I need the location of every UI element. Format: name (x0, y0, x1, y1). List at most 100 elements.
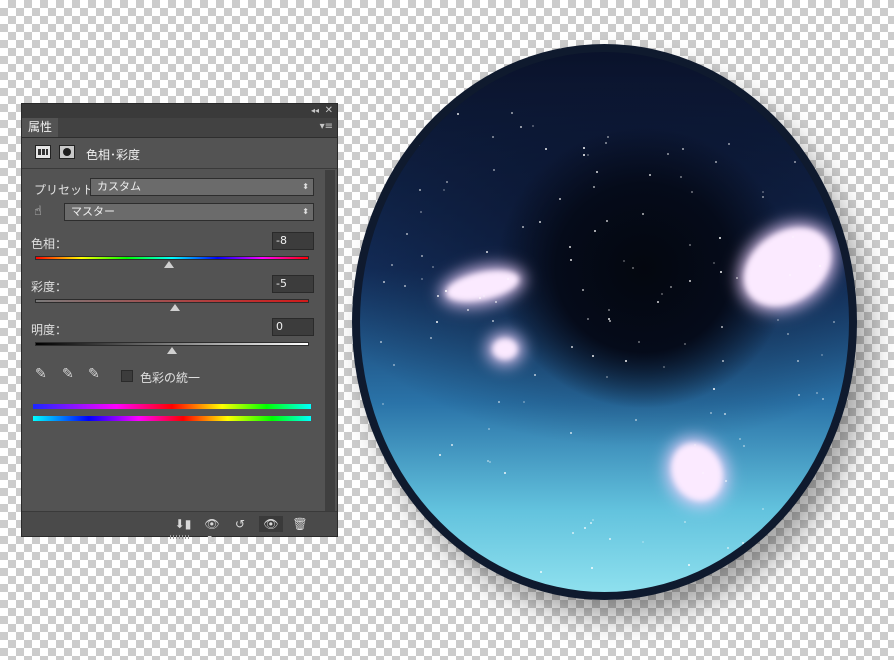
star-dot (837, 510, 840, 513)
star-dot (719, 237, 722, 240)
star-dot (571, 345, 574, 348)
star-dot (641, 213, 644, 216)
star-dot (584, 526, 587, 529)
star-dot (571, 532, 574, 535)
star-dot (787, 557, 790, 560)
star-dot (406, 232, 409, 235)
star-dot (821, 353, 824, 356)
star-dot (591, 518, 594, 521)
eyedropper-plus-icon[interactable]: ✎ (62, 366, 76, 382)
star-dot (431, 266, 434, 269)
star-dot (742, 541, 745, 544)
star-dot (743, 444, 746, 447)
star-dot (558, 198, 561, 201)
star-dot (438, 454, 441, 457)
star-dot (519, 125, 522, 128)
star-dot (825, 547, 828, 550)
panel-tab-row: 属性 ▾≡ (22, 118, 337, 138)
panel-resize-grip[interactable] (170, 535, 190, 539)
star-dot (453, 544, 456, 547)
saturation-label: 彩度： (31, 280, 68, 294)
hue-input[interactable]: -8 (272, 232, 314, 250)
star-dot (416, 547, 419, 550)
star-dot (670, 286, 673, 289)
star-dot (835, 410, 838, 413)
result-color-bar (33, 416, 311, 421)
star-dot (534, 373, 537, 376)
star-dot (417, 121, 420, 124)
star-dot (786, 333, 789, 336)
properties-panel: ◂◂ ✕ 属性 ▾≡ 色相･彩度 プリセット： カスタム ⬍ ☝ マスター ⬍ … (21, 103, 338, 547)
star-dot (538, 220, 541, 223)
hue-slider-track[interactable] (35, 256, 309, 260)
star-dot (387, 481, 390, 484)
panel-titlebar[interactable]: ◂◂ ✕ (22, 104, 337, 118)
star-dot (487, 459, 490, 462)
star-dot (649, 173, 652, 176)
visibility-icon[interactable]: 👁 (259, 516, 283, 532)
close-panel-icon[interactable]: ✕ (325, 104, 333, 118)
star-dot (605, 375, 608, 378)
saturation-slider-thumb[interactable] (169, 304, 180, 311)
star-dot (492, 169, 495, 172)
star-dot (608, 309, 611, 312)
star-dot (721, 326, 724, 329)
lightness-input[interactable]: 0 (272, 318, 314, 336)
lightness-slider-track[interactable] (35, 342, 309, 346)
star-dot (478, 296, 481, 299)
star-dot (445, 289, 448, 292)
saturation-input[interactable]: -5 (272, 275, 314, 293)
channel-select[interactable]: マスター ⬍ (64, 203, 314, 221)
eyedropper-minus-icon[interactable]: ✎ (88, 366, 102, 382)
star-dot (788, 273, 791, 276)
star-dot (582, 154, 585, 157)
lightness-slider-thumb[interactable] (167, 347, 177, 354)
star-dot (631, 267, 634, 270)
eyedropper-icon[interactable]: ✎ (35, 366, 49, 382)
star-dot (593, 230, 596, 233)
star-dot (446, 181, 449, 184)
star-dot (545, 148, 548, 151)
collapse-panel-icon[interactable]: ◂◂ (311, 104, 319, 118)
eye-highlight-bottom (661, 434, 733, 510)
delete-icon[interactable]: 🗑 (290, 516, 310, 532)
star-dot (738, 437, 741, 440)
star-dot (522, 401, 525, 404)
star-dot (604, 142, 607, 145)
colorize-checkbox[interactable] (121, 370, 133, 382)
star-dot (833, 321, 836, 324)
star-dot (421, 277, 424, 280)
reset-icon[interactable]: ↺ (230, 516, 250, 532)
star-dot (713, 388, 715, 391)
layer-mask-icon[interactable] (59, 145, 75, 159)
star-dot (403, 285, 406, 288)
saturation-slider-track[interactable] (35, 299, 309, 303)
clip-to-layer-icon[interactable]: ⬇▮ (172, 516, 194, 532)
star-dot (492, 320, 495, 323)
source-color-bar (33, 404, 311, 409)
panel-menu-icon[interactable]: ▾≡ (320, 121, 333, 132)
star-dot (761, 195, 764, 198)
star-dot (495, 300, 498, 303)
panel-scrollbar[interactable] (325, 170, 335, 512)
select-arrow-icon: ⬍ (302, 182, 309, 191)
star-dot (383, 467, 386, 470)
star-dot (797, 393, 800, 396)
star-dot (796, 360, 799, 363)
adjustment-layer-icon[interactable] (35, 145, 51, 159)
star-dot (569, 258, 572, 261)
preset-select[interactable]: カスタム ⬍ (90, 178, 314, 196)
star-dot (667, 152, 670, 155)
tab-properties[interactable]: 属性 (22, 118, 59, 137)
star-dot (582, 147, 585, 150)
star-dot (635, 418, 638, 421)
hue-slider-thumb[interactable] (164, 261, 175, 268)
star-dot (608, 320, 611, 323)
hue-label: 色相： (31, 237, 68, 251)
star-dot (822, 398, 825, 401)
on-image-adjust-hand-icon[interactable]: ☝ (34, 204, 52, 220)
eye-highlight-large (728, 211, 847, 323)
star-dot (485, 251, 488, 254)
star-dot (709, 412, 712, 415)
view-previous-state-icon[interactable]: 👁↻ (200, 516, 224, 547)
